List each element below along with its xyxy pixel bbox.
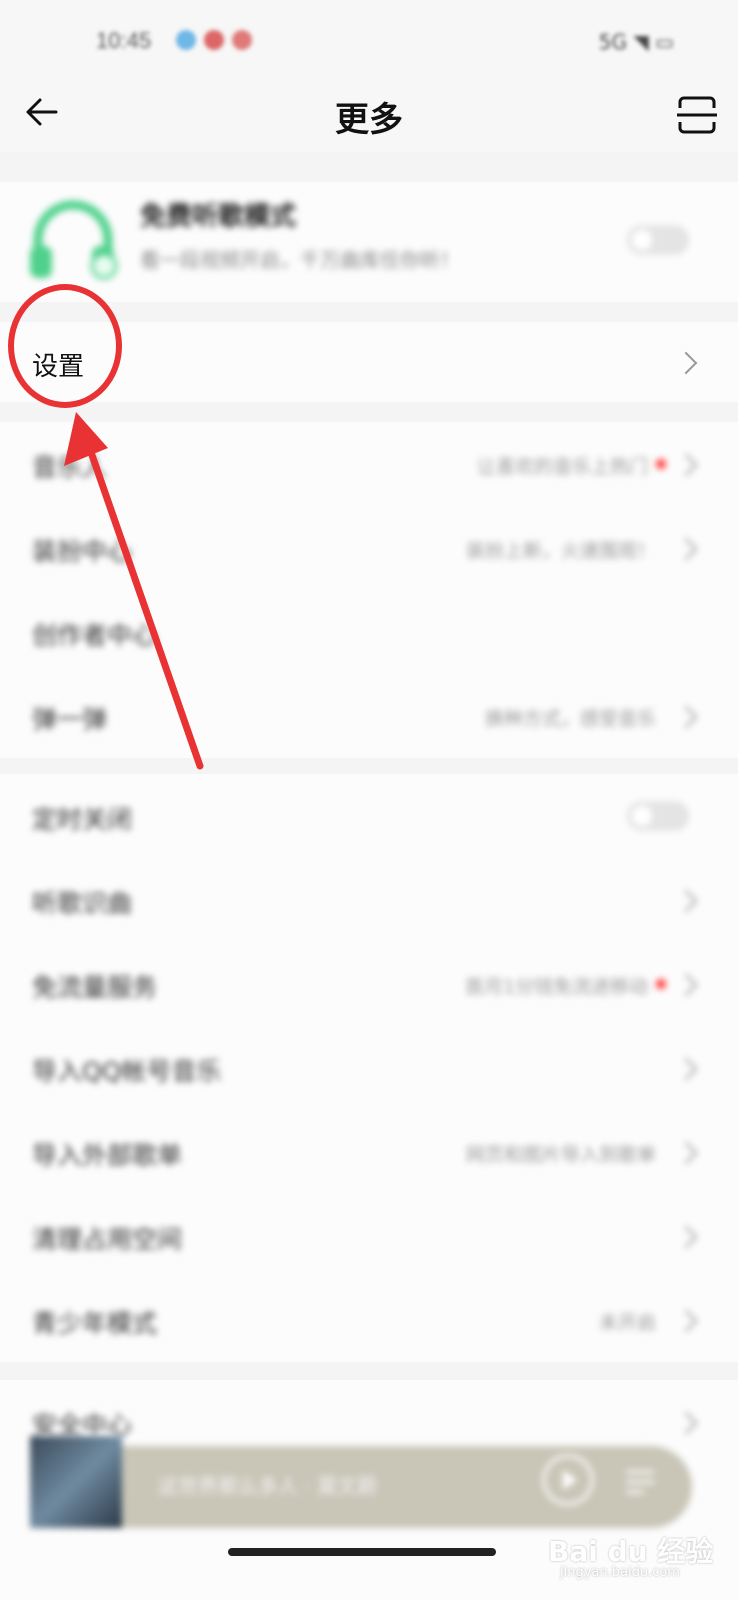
list-item[interactable]: 创作者中心 <box>0 590 738 674</box>
list-item[interactable]: 弹一弹 换种方式，感受音乐 <box>0 674 738 758</box>
chevron-right-icon <box>674 889 698 913</box>
notify-icon <box>176 30 196 50</box>
watermark-url: jingyan.baidu.com <box>560 1565 680 1580</box>
list-item[interactable]: 清理占用空间 <box>0 1194 738 1278</box>
annotation-circle <box>8 284 122 408</box>
scan-icon[interactable] <box>674 92 720 138</box>
watermark-brand: Bai du 经验 <box>548 1535 714 1568</box>
free-mode-card[interactable]: 免费听歌模式 看一段视频开启，千万曲库任你听！ <box>0 182 738 302</box>
chevron-right-icon <box>674 1411 698 1435</box>
red-dot-badge <box>656 979 666 989</box>
row-subtitle: 首月1分钱免流进移动 <box>464 976 648 998</box>
mini-player-cover[interactable] <box>30 1436 122 1528</box>
row-label: 定时关闭 <box>32 805 133 834</box>
chevron-right-icon <box>674 1225 698 1249</box>
chevron-right-icon <box>674 1057 698 1081</box>
status-notification-icons <box>176 30 252 50</box>
headphone-icon <box>30 200 118 280</box>
status-time: 10:45 <box>96 28 152 53</box>
list-item[interactable]: 音乐人 让喜欢的音乐上热门 <box>0 422 738 506</box>
sleep-timer-toggle[interactable] <box>628 802 688 830</box>
notify-icon <box>232 30 252 50</box>
row-subtitle: 装扮上新，火速围观！ <box>465 540 656 562</box>
playlist-icon[interactable] <box>620 1462 660 1502</box>
group-tools-list: 定时关闭 听歌识曲 免流量服务 首月1分钱免流进移动 导入QQ帐号音乐 导入外部… <box>0 774 738 1362</box>
red-dot-badge <box>656 459 666 469</box>
list-item[interactable]: 听歌识曲 <box>0 858 738 942</box>
mini-player-song: 这世界那么多人 · 莫文蔚 <box>158 1474 378 1498</box>
group-creator-card: 音乐人 让喜欢的音乐上热门 装扮中心 装扮上新，火速围观！ 创作者中心 弹一弹 … <box>0 422 738 758</box>
list-item[interactable]: 青少年模式 未开启 <box>0 1278 738 1362</box>
free-mode-title: 免费听歌模式 <box>140 202 297 232</box>
chevron-right-icon <box>674 973 698 997</box>
list-item[interactable]: 导入外部歌单 网页和图片导入到歌单 <box>0 1110 738 1194</box>
free-mode-content: 免费听歌模式 看一段视频开启，千万曲库任你听！ <box>0 182 738 302</box>
row-label: 清理占用空间 <box>32 1225 183 1254</box>
play-icon[interactable] <box>540 1452 596 1508</box>
page-title: 更多 <box>335 100 403 140</box>
status-signal-battery: 5G ◥ ▭ <box>598 30 674 54</box>
list-item[interactable]: 定时关闭 <box>0 774 738 858</box>
chevron-right-icon <box>674 1141 698 1165</box>
chevron-right-icon <box>674 537 698 561</box>
top-header: 更多 <box>0 82 738 152</box>
home-indicator[interactable] <box>228 1548 496 1556</box>
notify-icon <box>204 30 224 50</box>
row-subtitle: 网页和图片导入到歌单 <box>465 1144 656 1166</box>
row-subtitle: 换种方式，感受音乐 <box>484 708 656 730</box>
row-label: 免流量服务 <box>32 973 158 1002</box>
group-tools-card: 定时关闭 听歌识曲 免流量服务 首月1分钱免流进移动 导入QQ帐号音乐 导入外部… <box>0 774 738 1362</box>
chevron-right-icon <box>674 453 698 477</box>
row-label: 弹一弹 <box>32 705 108 734</box>
row-subtitle: 未开启 <box>598 1312 656 1334</box>
group-creator-list: 音乐人 让喜欢的音乐上热门 装扮中心 装扮上新，火速围观！ 创作者中心 弹一弹 … <box>0 422 738 758</box>
free-mode-toggle[interactable] <box>628 226 688 254</box>
row-subtitle: 让喜欢的音乐上热门 <box>476 456 648 478</box>
row-label: 创作者中心 <box>32 621 158 650</box>
chevron-right-icon <box>674 1309 698 1333</box>
row-label: 听歌识曲 <box>32 889 133 918</box>
row-label: 装扮中心 <box>32 537 133 566</box>
row-label: 导入QQ帐号音乐 <box>32 1057 222 1086</box>
status-bar: 10:45 5G ◥ ▭ <box>0 0 738 82</box>
row-label: 音乐人 <box>32 453 108 482</box>
chevron-right-icon <box>674 351 698 375</box>
chevron-right-icon <box>674 705 698 729</box>
list-item[interactable]: 导入QQ帐号音乐 <box>0 1026 738 1110</box>
row-label: 导入外部歌单 <box>32 1141 183 1170</box>
list-item[interactable]: 装扮中心 装扮上新，火速围观！ <box>0 506 738 590</box>
free-mode-subtitle: 看一段视频开启，千万曲库任你听！ <box>140 248 460 272</box>
row-label: 青少年模式 <box>32 1309 158 1338</box>
list-item[interactable]: 免流量服务 首月1分钱免流进移动 <box>0 942 738 1026</box>
